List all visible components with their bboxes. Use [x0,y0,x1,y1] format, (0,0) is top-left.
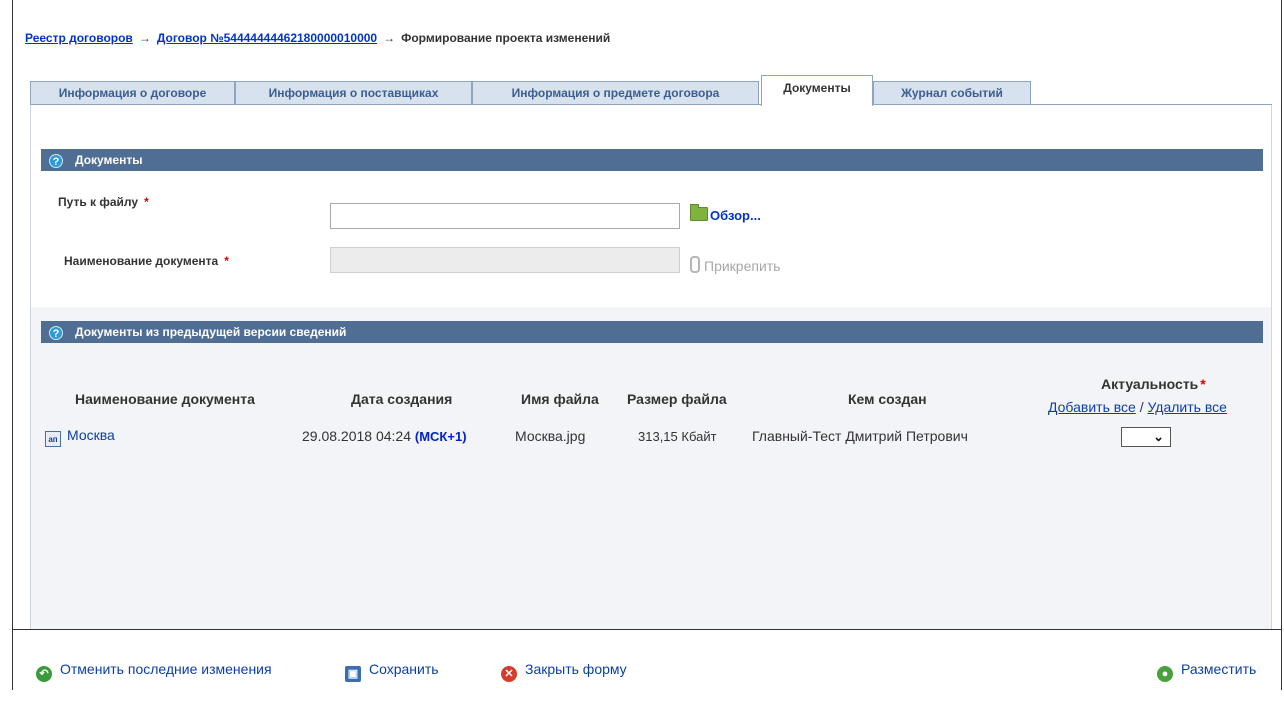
required-mark: * [224,254,229,268]
col-header-filename: Имя файла [521,391,599,407]
add-all-link[interactable]: Добавить все [1048,399,1136,415]
required-mark: * [144,195,149,209]
tab-event-log[interactable]: Журнал событий [873,81,1031,105]
actual-bulk-links: Добавить все / Удалить все [1048,399,1227,415]
help-icon[interactable]: ? [49,325,63,340]
tab-subject-info[interactable]: Информация о предмете договора [472,81,759,105]
attach-button[interactable]: Прикрепить [690,256,780,274]
col-header-actual: Актуальность * [1101,376,1206,392]
footer-divider [13,629,1281,630]
breadcrumb-arrow: → [138,31,151,45]
remove-all-link[interactable]: Удалить все [1148,399,1227,415]
timezone-badge: (МСК+1) [414,429,467,444]
floppy-disk-icon: ▣ [345,666,361,682]
doc-name-link[interactable]: Москва [67,427,115,443]
created-cell: 29.08.2018 04:24 (МСК+1) [302,428,467,444]
close-form-button[interactable]: ✕ Закрыть форму [501,661,627,682]
breadcrumb-arrow: → [383,31,396,45]
tab-contract-info[interactable]: Информация о договоре [30,81,235,105]
undo-icon: ↶ [36,666,52,682]
folder-icon [690,204,708,221]
col-header-author: Кем создан [848,391,927,407]
doc-name-cell[interactable]: ап Москва [45,427,115,447]
globe-icon: ● [1157,666,1173,682]
upload-area: ? Документы Путь к файлу * Обзор... Наимен… [31,105,1271,307]
left-border [12,0,13,690]
col-header-size: Размер файла [627,391,727,407]
col-header-name: Наименование документа [75,391,255,407]
filename-cell: Москва.jpg [515,428,586,444]
close-icon: ✕ [501,666,517,682]
tab-suppliers-info[interactable]: Информация о поставщиках [235,81,472,105]
doc-name-label: Наименование документа * [64,254,229,268]
help-icon[interactable]: ? [49,153,63,168]
documents-section-title: Документы [75,153,143,167]
document-icon: ап [45,431,61,447]
col-header-created: Дата создания [351,391,453,407]
breadcrumb: Реестр договоров → Договор №54444444462180… [25,31,610,45]
file-path-input[interactable] [330,203,680,229]
doc-name-input[interactable] [330,247,680,273]
tab-documents[interactable]: Документы [761,75,873,106]
breadcrumb-contract-link[interactable]: Договор №54444444462180000010000 [157,31,377,45]
breadcrumb-current: Формирование проекта изменений [401,31,611,45]
prev-docs-section-header: ? Документы из предыдущей версии сведений [41,321,1263,343]
tab-content-panel: ? Документы Путь к файлу * Обзор... Наимен… [30,105,1272,629]
breadcrumb-registry-link[interactable]: Реестр договоров [25,31,133,45]
browse-button[interactable]: Обзор... [690,204,761,223]
actual-select[interactable]: ⌄ [1121,427,1171,447]
file-path-label: Путь к файлу * [58,195,149,209]
publish-button[interactable]: ● Разместить [1157,661,1256,682]
undo-button[interactable]: ↶ Отменить последние изменения [36,661,272,682]
documents-section-header: ? Документы [41,149,1263,171]
author-cell: Главный-Тест Дмитрий Петрович [752,428,968,444]
prev-docs-section-title: Документы из предыдущей версии сведений [75,325,347,339]
size-cell: 313,15 Кбайт [638,429,717,444]
chevron-down-icon: ⌄ [1153,429,1164,444]
save-button[interactable]: ▣ Сохранить [345,661,439,682]
paperclip-icon [690,256,700,273]
